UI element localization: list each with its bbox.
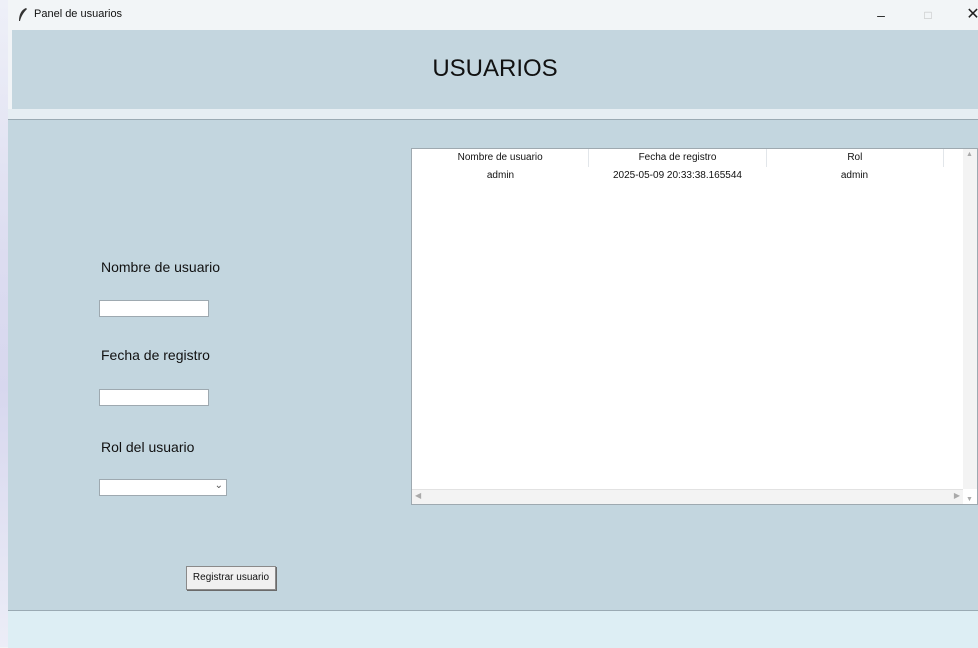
header-panel: USUARIOS [12, 30, 978, 109]
window-left-edge [0, 0, 8, 647]
scroll-up-icon[interactable]: ▲ [966, 151, 973, 158]
scroll-right-icon[interactable]: ▶ [954, 491, 960, 500]
role-label: Rol del usuario [101, 439, 195, 455]
cell-date: 2025-05-09 20:33:38.165544 [612, 170, 742, 181]
footer-panel [8, 610, 978, 648]
date-label: Fecha de registro [101, 347, 210, 363]
scroll-left-icon[interactable]: ◀ [415, 491, 421, 500]
cell-username: admin [486, 170, 515, 181]
minimize-button[interactable]: – [866, 4, 896, 26]
table-row[interactable]: admin 2025-05-09 20:33:38.165544 admin [412, 167, 944, 185]
column-header-username[interactable]: Nombre de usuario [412, 149, 590, 167]
column-header-role[interactable]: Rol [767, 149, 944, 167]
table-header: Nombre de usuario Fecha de registro Rol [412, 149, 944, 167]
horizontal-scrollbar[interactable]: ◀ ▶ [412, 489, 963, 504]
feather-icon [19, 8, 27, 21]
users-table[interactable]: Nombre de usuario Fecha de registro Rol … [411, 148, 978, 505]
username-input[interactable] [99, 300, 209, 317]
role-combobox[interactable]: ⌄ [99, 479, 227, 496]
close-button[interactable]: ✕ [958, 4, 978, 26]
header-separator [8, 109, 978, 119]
page-title: USUARIOS [432, 55, 558, 82]
main-panel: Nombre de usuario Fecha de registro Rol … [8, 119, 978, 611]
register-user-button[interactable]: Registrar usuario [186, 566, 276, 590]
scroll-down-icon[interactable]: ▼ [966, 496, 973, 503]
maximize-button[interactable]: □ [913, 4, 943, 26]
window-title: Panel de usuarios [34, 8, 123, 20]
title-bar[interactable]: Panel de usuarios – □ ✕ [8, 0, 978, 30]
date-input[interactable] [99, 389, 209, 406]
vertical-scrollbar[interactable]: ▲ ▼ [963, 149, 977, 503]
chevron-down-icon[interactable]: ⌄ [215, 480, 223, 491]
username-label: Nombre de usuario [101, 259, 221, 275]
column-header-date[interactable]: Fecha de registro [589, 149, 767, 167]
cell-role: admin [840, 170, 869, 181]
